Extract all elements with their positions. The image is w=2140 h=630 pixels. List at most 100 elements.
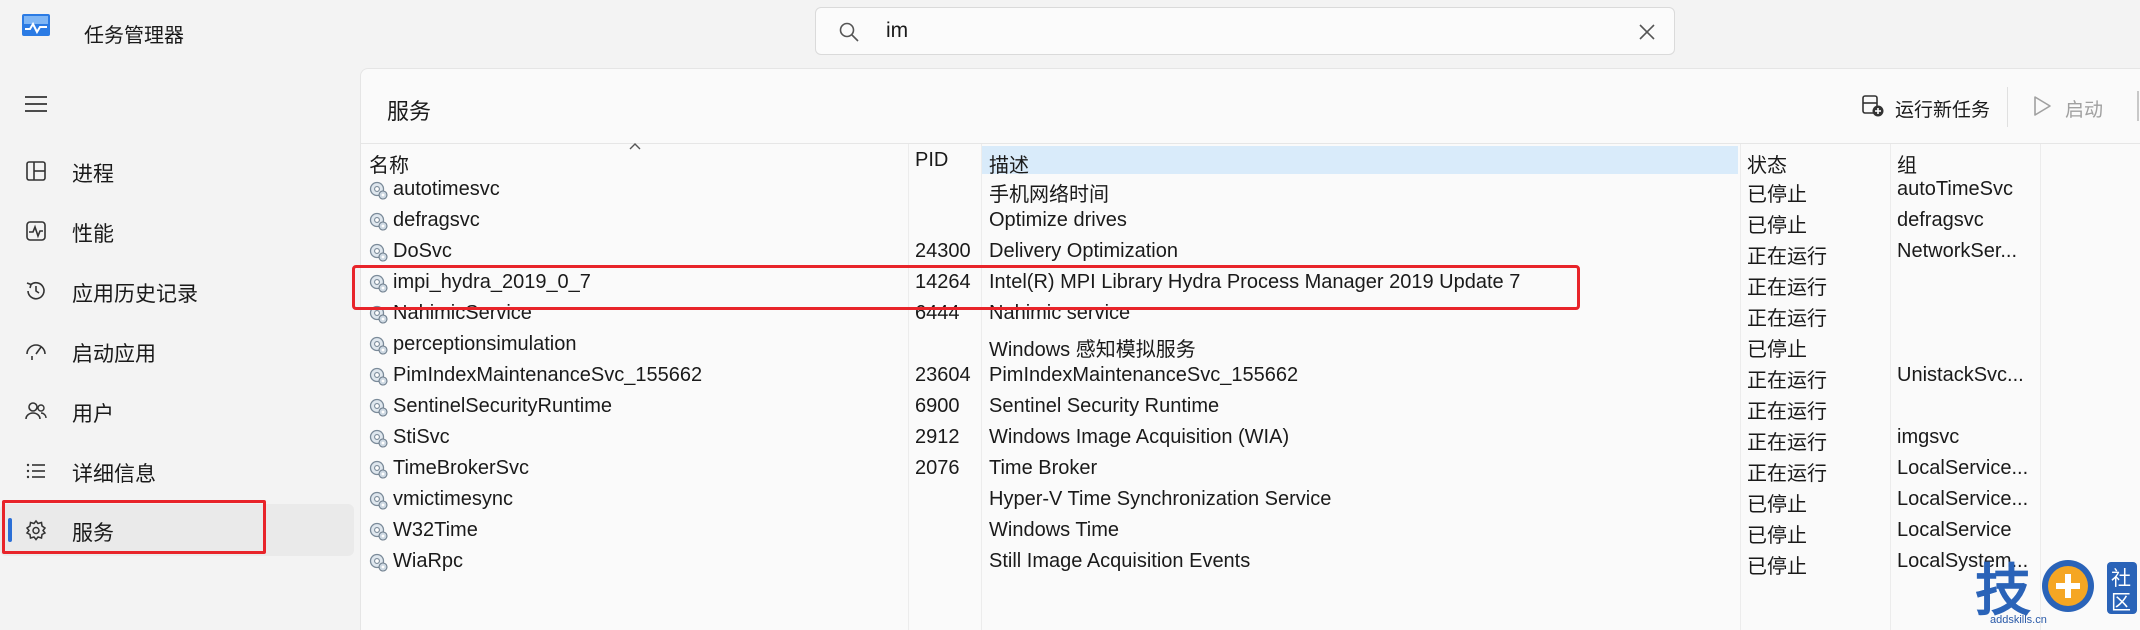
service-name-cell: PimIndexMaintenanceSvc_155662 (393, 364, 703, 386)
service-name-cell: WiaRpc (393, 550, 464, 572)
service-description-cell: Still Image Acquisition Events (989, 550, 1251, 572)
service-pid-cell: 6900 (915, 395, 960, 417)
service-gear-icon (367, 489, 389, 511)
service-description-cell: 手机网络时间 (989, 184, 1109, 206)
service-name-cell: StiSvc (393, 426, 450, 448)
column-header-pid[interactable]: PID (915, 149, 948, 172)
run-new-task-button[interactable]: 运行新任务 (1861, 91, 2021, 121)
service-status-cell: 已停止 (1747, 494, 1807, 516)
service-gear-icon (367, 365, 389, 387)
service-pid-cell: 24300 (915, 240, 971, 262)
services-table: 名称 PID 描述 状态 组 autotimesvc 手机网络时间 已停止 autoT… (361, 143, 2140, 630)
service-gear-icon (367, 241, 389, 263)
play-icon (2034, 96, 2051, 116)
service-group-cell: LocalService... (1897, 488, 2029, 510)
table-row[interactable]: DoSvc 24300 Delivery Optimization 正在运行 Netwo… (361, 237, 2140, 268)
toolbar-divider (2137, 91, 2139, 121)
service-name-cell: defragsvc (393, 209, 480, 231)
service-group-cell: defragsvc (1897, 209, 1984, 231)
sidebar-item-label: 用户 (72, 403, 114, 426)
annotation-highlight-row (352, 265, 1580, 310)
start-service-label: 启动 (2065, 100, 2104, 121)
search-input[interactable] (886, 17, 1586, 45)
service-status-cell: 已停止 (1747, 184, 1807, 206)
table-row[interactable]: WiaRpc Still Image Acquisition Events 已停止 L… (361, 547, 2140, 578)
app-history-icon (26, 281, 45, 300)
service-status-cell: 已停止 (1747, 339, 1807, 361)
service-description-cell: Time Broker (989, 457, 1098, 479)
hamburger-menu-icon[interactable] (24, 94, 48, 114)
service-name-cell: DoSvc (393, 240, 452, 262)
svg-text:社: 社 (2111, 566, 2131, 590)
processes-icon (26, 161, 46, 181)
svg-text:区: 区 (2111, 590, 2131, 614)
service-description-cell: Windows Image Acquisition (WIA) (989, 426, 1290, 448)
table-row[interactable]: perceptionsimulation Windows 感知模拟服务 已停止 (361, 330, 2140, 361)
service-group-cell: NetworkSer... (1897, 240, 2018, 262)
service-description-cell: Windows Time (989, 519, 1120, 541)
service-status-cell: 已停止 (1747, 215, 1807, 237)
table-row[interactable]: defragsvc Optimize drives 已停止 defragsvc (361, 206, 2140, 237)
service-status-cell: 正在运行 (1747, 401, 1827, 423)
service-pid-cell: 2076 (915, 457, 960, 479)
sidebar-item-label: 性能 (72, 223, 114, 246)
run-new-task-label: 运行新任务 (1895, 100, 1991, 121)
service-gear-icon (367, 334, 389, 356)
annotation-highlight-services (2, 500, 266, 554)
start-service-button[interactable]: 启动 (2031, 91, 2121, 121)
sidebar-item-users[interactable]: 用户 (0, 385, 354, 437)
service-gear-icon (367, 458, 389, 480)
service-status-cell: 正在运行 (1747, 370, 1827, 392)
run-new-task-icon (1862, 95, 1884, 117)
service-name-cell: vmictimesync (393, 488, 514, 510)
service-gear-icon (367, 427, 389, 449)
service-pid-cell: 23604 (915, 364, 971, 386)
service-gear-icon (367, 520, 389, 542)
table-row[interactable]: TimeBrokerSvc 2076 Time Broker 正在运行 LocalSer… (361, 454, 2140, 485)
service-status-cell: 正在运行 (1747, 463, 1827, 485)
sidebar-item-app-history[interactable]: 应用历史记录 (0, 265, 354, 317)
window-title: 任务管理器 (84, 25, 184, 47)
service-status-cell: 正在运行 (1747, 277, 1827, 299)
table-row[interactable]: autotimesvc 手机网络时间 已停止 autoTimeSvc (361, 175, 2140, 206)
table-row[interactable]: StiSvc 2912 Windows Image Acquisition (WIA… (361, 423, 2140, 454)
sorted-column-highlight (982, 146, 1738, 174)
sidebar-item-startup-apps[interactable]: 启动应用 (0, 325, 354, 377)
sidebar-item-processes[interactable]: 进程 (0, 145, 354, 197)
toolbar-divider (2007, 87, 2008, 127)
clear-search-icon[interactable] (1638, 23, 1656, 41)
column-header-description[interactable]: 描述 (989, 149, 1029, 178)
search-box[interactable] (815, 7, 1675, 55)
startup-apps-icon (26, 344, 46, 360)
column-header-name[interactable]: 名称 (369, 149, 409, 178)
sidebar-item-label: 详细信息 (72, 463, 156, 486)
service-group-cell: LocalService... (1897, 457, 2029, 479)
sidebar-item-label: 应用历史记录 (72, 283, 198, 306)
table-row[interactable]: vmictimesync Hyper-V Time Synchronization… (361, 485, 2140, 516)
column-header-status[interactable]: 状态 (1747, 149, 1787, 178)
details-icon (26, 463, 45, 479)
sidebar-item-details[interactable]: 详细信息 (0, 445, 354, 497)
search-icon (839, 22, 859, 42)
table-row[interactable]: SentinelSecurityRuntime 6900 Sentinel Secu… (361, 392, 2140, 423)
main-panel: 服务 运行新任务 启动 名称 PID 描述 状态 组 autotimesvc 手… (360, 68, 2140, 630)
service-name-cell: perceptionsimulation (393, 333, 577, 355)
service-group-cell: UnistackSvc... (1897, 364, 2024, 386)
table-row[interactable]: PimIndexMaintenanceSvc_155662 23604 PimInd… (361, 361, 2140, 392)
service-gear-icon (367, 210, 389, 232)
sidebar-item-performance[interactable]: 性能 (0, 205, 354, 257)
service-status-cell: 已停止 (1747, 556, 1807, 578)
service-gear-icon (367, 551, 389, 573)
column-header-group[interactable]: 组 (1897, 149, 1917, 178)
service-group-cell: imgsvc (1897, 426, 1960, 448)
service-group-cell: LocalService (1897, 519, 2012, 541)
service-pid-cell: 2912 (915, 426, 960, 448)
table-row[interactable]: W32Time Windows Time 已停止 LocalService (361, 516, 2140, 547)
service-name-cell: SentinelSecurityRuntime (393, 395, 612, 417)
watermark-url: addskills.cn (1990, 614, 2047, 626)
users-icon (25, 402, 47, 420)
service-description-cell: Optimize drives (989, 209, 1127, 231)
sidebar-item-label: 进程 (72, 163, 114, 186)
task-manager-logo-icon (22, 14, 50, 36)
service-name-cell: TimeBrokerSvc (393, 457, 529, 479)
